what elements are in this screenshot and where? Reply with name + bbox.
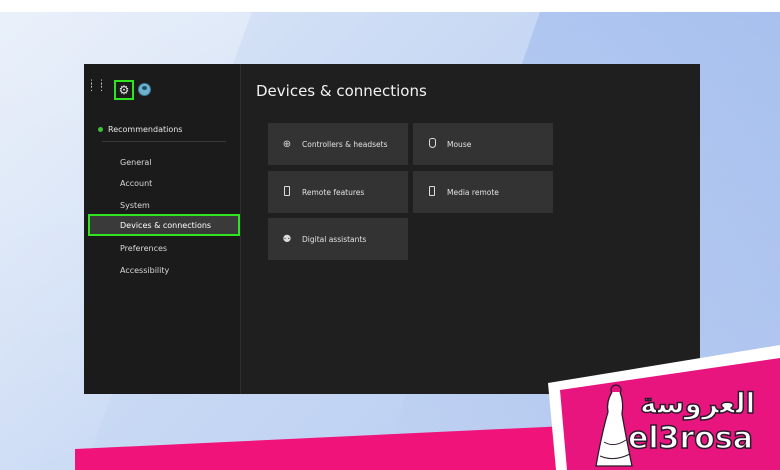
- remote-icon: [425, 185, 439, 199]
- sidebar-item-system[interactable]: System: [120, 201, 150, 210]
- assistant-icon: ⚉: [282, 233, 292, 245]
- avatar[interactable]: [138, 83, 151, 96]
- remote-features-tile[interactable]: Remote features: [268, 171, 408, 213]
- mouse-tile[interactable]: Mouse: [413, 123, 553, 165]
- controller-icon: ⊕: [282, 138, 292, 150]
- settings-sidebar: ⋮⋮ ⋮⋮ ⚙ Recommendations General Account S…: [84, 64, 241, 394]
- logo-text-latin: el3rosa: [627, 421, 754, 456]
- status-dot-icon: [98, 127, 103, 132]
- top-border: [0, 0, 780, 12]
- digital-assistants-tile[interactable]: ⚉ Digital assistants: [268, 218, 408, 260]
- tile-label: Mouse: [447, 139, 472, 149]
- sidebar-item-general[interactable]: General: [120, 158, 152, 167]
- settings-gear-button[interactable]: ⚙: [114, 80, 134, 100]
- gear-icon: ⚙: [118, 83, 130, 97]
- phone-icon: [280, 185, 294, 199]
- sidebar-item-preferences[interactable]: Preferences: [120, 244, 167, 253]
- controllers-headsets-tile[interactable]: ⊕ Controllers & headsets: [268, 123, 408, 165]
- tile-label: Digital assistants: [302, 234, 367, 244]
- sidebar-divider: [102, 141, 226, 142]
- tile-label: Controllers & headsets: [302, 139, 388, 149]
- sidebar-item-label: Devices & connections: [120, 221, 212, 230]
- settings-window: ⋮⋮ ⋮⋮ ⚙ Recommendations General Account S…: [84, 64, 700, 394]
- recommendations-label: Recommendations: [108, 125, 183, 134]
- recommendations-item[interactable]: Recommendations: [98, 125, 182, 134]
- drag-handle-icon[interactable]: ⋮⋮ ⋮⋮: [87, 80, 107, 93]
- sidebar-item-devices-connections[interactable]: Devices & connections: [88, 214, 240, 236]
- tile-label: Remote features: [302, 187, 365, 197]
- sidebar-item-account[interactable]: Account: [120, 179, 152, 188]
- mouse-icon: [425, 137, 439, 151]
- media-remote-tile[interactable]: Media remote: [413, 171, 553, 213]
- page-title: Devices & connections: [256, 82, 427, 100]
- tile-label: Media remote: [447, 187, 499, 197]
- logo-text-arabic: العروسة: [639, 387, 756, 420]
- sidebar-item-accessibility[interactable]: Accessibility: [120, 266, 169, 275]
